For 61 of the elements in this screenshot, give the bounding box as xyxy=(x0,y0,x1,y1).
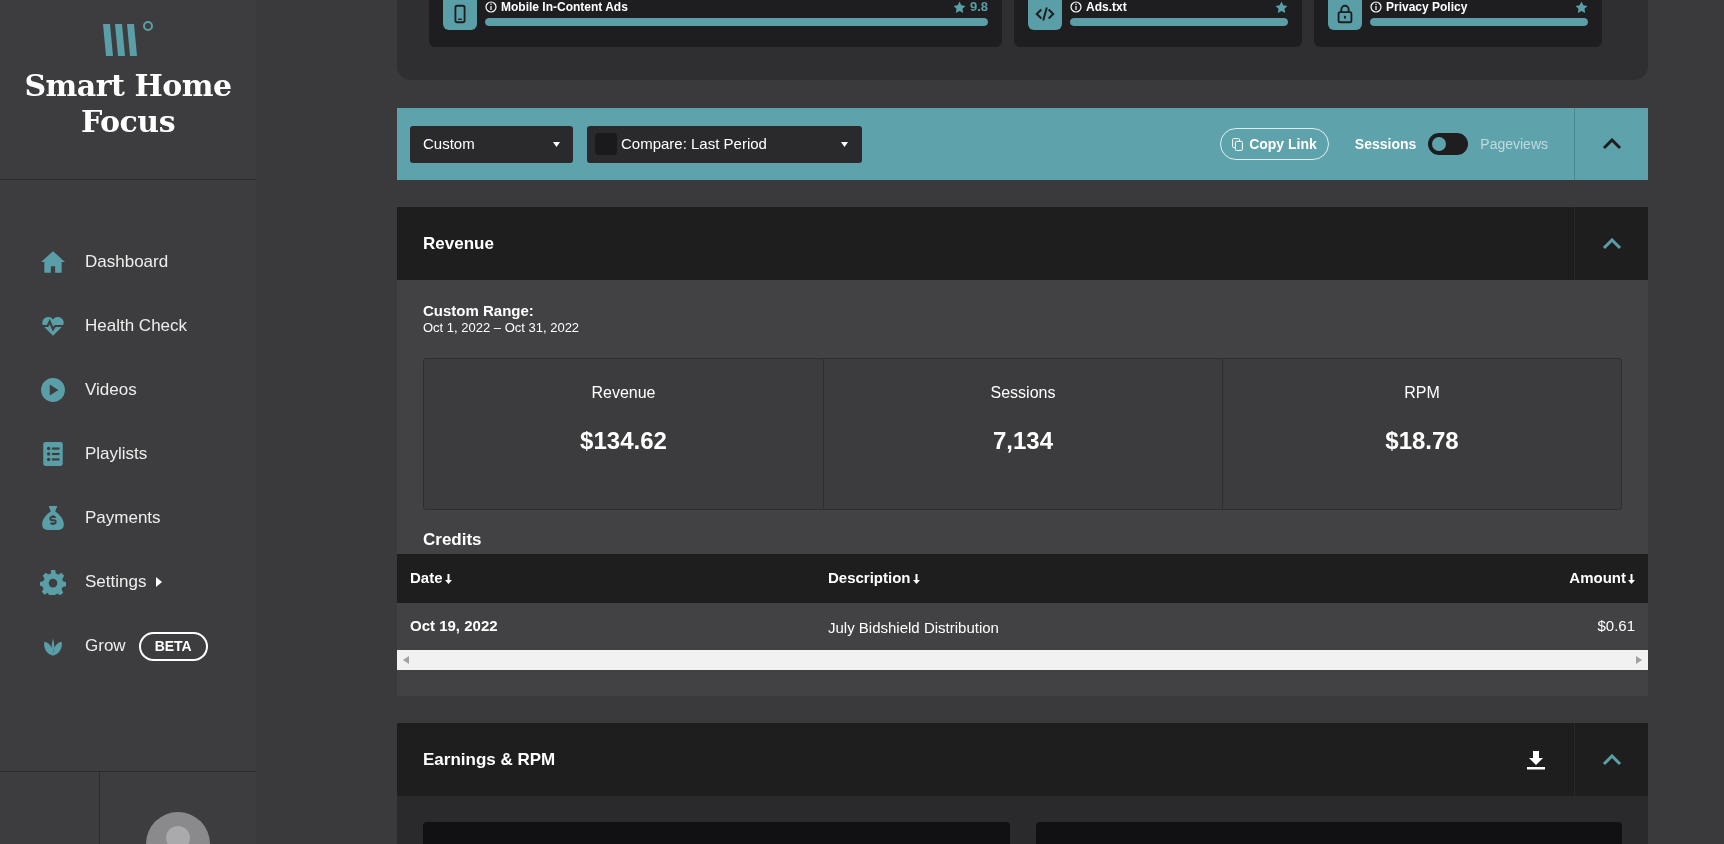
copy-icon xyxy=(1232,137,1244,151)
chevron-up-icon xyxy=(1601,138,1622,150)
caret-icon xyxy=(841,141,848,147)
avatar-icon xyxy=(146,812,210,844)
info-icon xyxy=(1070,1,1082,13)
column-header[interactable]: Amount xyxy=(1569,567,1626,590)
nav-item[interactable]: Health Check xyxy=(40,294,188,358)
compare-select[interactable]: Compare: Last Period xyxy=(587,125,862,163)
beta-badge: BETA xyxy=(138,631,208,661)
horizontal-scrollbar[interactable] xyxy=(397,650,1648,670)
section-title: Earnings & RPM xyxy=(423,748,556,771)
sort-icon xyxy=(912,573,920,584)
info-icon xyxy=(485,1,497,13)
caret-icon xyxy=(553,141,560,147)
chevron-up-icon xyxy=(1601,237,1622,250)
chevron-up-icon xyxy=(1601,753,1622,766)
scroll-right-icon xyxy=(1636,656,1642,664)
stat-label: Sessions xyxy=(990,383,1056,403)
nav-item[interactable]: Settings xyxy=(40,550,164,614)
card-score: 9.8 xyxy=(969,0,988,17)
nav-item[interactable]: Videos xyxy=(40,358,137,422)
list-icon xyxy=(40,441,66,467)
sort-icon xyxy=(444,573,452,584)
nav-item[interactable]: Grow BETA xyxy=(40,614,208,678)
info-icon xyxy=(1370,1,1382,13)
range-select[interactable]: Custom xyxy=(410,125,573,163)
column-header[interactable]: Date xyxy=(410,567,443,590)
stat-label: RPM xyxy=(1404,383,1440,403)
stat-value: 7,134 xyxy=(992,426,1054,456)
column-header[interactable]: Description xyxy=(828,567,911,590)
star-icon xyxy=(952,0,966,14)
stat-label: Revenue xyxy=(591,383,656,403)
table-cell-text: $0.61 xyxy=(1597,616,1635,637)
card-title: Privacy Policy xyxy=(1386,0,1468,14)
sort-icon xyxy=(1628,573,1635,584)
table-cell-text: Oct 19, 2022 xyxy=(410,616,498,637)
section-title: Revenue xyxy=(423,232,494,255)
star-icon xyxy=(1275,0,1288,14)
stat-value: $18.78 xyxy=(1385,426,1459,456)
nav-item[interactable]: Playlists xyxy=(40,422,148,486)
play-icon xyxy=(40,377,66,403)
nav-item[interactable]: Payments xyxy=(40,486,161,550)
scroll-left-icon xyxy=(403,656,409,664)
nav-item[interactable]: Dashboard xyxy=(40,230,169,294)
star-icon xyxy=(1575,0,1588,14)
card-title: Ads.txt xyxy=(1086,0,1127,14)
credits-title: Credits xyxy=(423,530,483,550)
site-name: Smart Home Focus xyxy=(23,68,233,140)
range-dates: Oct 1, 2022 – Oct 31, 2022 xyxy=(423,320,581,336)
table-cell-text: July Bidshield Distribution xyxy=(828,618,999,639)
logo-icon xyxy=(101,20,155,58)
gear-icon xyxy=(40,569,66,595)
toggle-label: Sessions xyxy=(1354,134,1417,154)
house-icon xyxy=(40,249,66,275)
stat-value: $134.62 xyxy=(580,426,667,456)
card-title: Mobile In-Content Ads xyxy=(501,0,628,14)
range-label: Custom Range: xyxy=(423,302,535,320)
toggle-switch[interactable] xyxy=(1428,133,1469,155)
download-icon xyxy=(1526,749,1546,770)
money-bag-icon xyxy=(40,505,66,531)
toggle-label: Pageviews xyxy=(1480,134,1548,154)
